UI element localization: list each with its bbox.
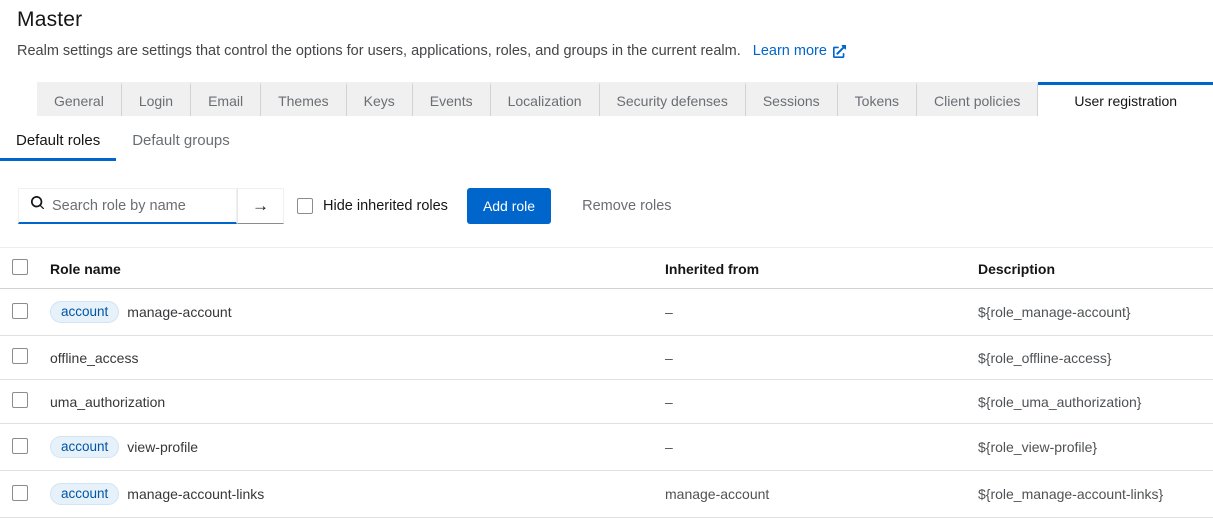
inherited-from-value: – — [665, 424, 978, 471]
tab-localization[interactable]: Localization — [491, 82, 600, 116]
tab-user-registration[interactable]: User registration — [1038, 82, 1213, 116]
default-roles-table: Role name Inherited from Description acc… — [0, 247, 1213, 518]
client-badge: account — [50, 301, 119, 323]
inherited-from-value: – — [665, 380, 978, 424]
tab-client-policies[interactable]: Client policies — [917, 82, 1038, 116]
page-header: Master Realm settings are settings that … — [0, 0, 1213, 59]
row-checkbox[interactable] — [12, 303, 28, 319]
external-link-icon — [833, 45, 846, 58]
inherited-from-value: manage-account — [665, 471, 978, 518]
table-row: account view-profile – ${role_view-profil… — [0, 424, 1213, 471]
row-checkbox[interactable] — [12, 438, 28, 454]
description-value: ${role_view-profile} — [978, 424, 1213, 471]
search-input[interactable] — [52, 189, 236, 222]
tab-security-defenses[interactable]: Security defenses — [600, 82, 746, 116]
tab-email[interactable]: Email — [191, 82, 261, 116]
column-header-role-name: Role name — [50, 248, 665, 289]
tab-themes[interactable]: Themes — [261, 82, 347, 116]
arrow-right-icon: → — [252, 196, 269, 216]
realm-settings-tabbar: General Login Email Themes Keys Events L… — [0, 82, 1213, 116]
user-registration-subtabs: Default roles Default groups — [0, 124, 1213, 161]
role-name: uma_authorization — [50, 394, 165, 410]
tab-events[interactable]: Events — [413, 82, 491, 116]
table-row: uma_authorization – ${role_uma_authoriza… — [0, 380, 1213, 424]
table-row: offline_access – ${role_offline-access} — [0, 336, 1213, 380]
subtab-default-groups[interactable]: Default groups — [116, 124, 246, 161]
role-name: manage-account-links — [127, 486, 264, 502]
search-group: → — [18, 188, 284, 224]
role-name: manage-account — [127, 304, 231, 320]
tab-sessions[interactable]: Sessions — [746, 82, 838, 116]
row-checkbox[interactable] — [12, 485, 28, 501]
client-badge: account — [50, 436, 119, 458]
tab-keys[interactable]: Keys — [347, 82, 413, 116]
inherited-from-value: – — [665, 289, 978, 336]
table-header-row: Role name Inherited from Description — [0, 248, 1213, 289]
description-value: ${role_manage-account} — [978, 289, 1213, 336]
description-value: ${role_uma_authorization} — [978, 380, 1213, 424]
description-value: ${role_offline-access} — [978, 336, 1213, 380]
tab-tokens[interactable]: Tokens — [838, 82, 917, 116]
role-name: view-profile — [127, 439, 198, 455]
table-row: account manage-account-links manage-accou… — [0, 471, 1213, 518]
hide-inherited-roles-checkbox[interactable] — [297, 198, 313, 214]
tab-login[interactable]: Login — [122, 82, 191, 116]
row-checkbox[interactable] — [12, 348, 28, 364]
search-box — [18, 188, 237, 224]
remove-roles-button[interactable]: Remove roles — [582, 198, 671, 214]
tab-general[interactable]: General — [37, 82, 122, 116]
role-name: offline_access — [50, 350, 138, 366]
page-title: Master — [17, 8, 1196, 32]
client-badge: account — [50, 483, 119, 505]
column-header-inherited-from: Inherited from — [665, 248, 978, 289]
learn-more-link[interactable]: Learn more — [753, 43, 846, 59]
subtab-default-roles[interactable]: Default roles — [0, 124, 116, 161]
table-row: account manage-account – ${role_manage-ac… — [0, 289, 1213, 336]
row-checkbox[interactable] — [12, 392, 28, 408]
add-role-button[interactable]: Add role — [467, 188, 551, 224]
page-subtitle: Realm settings are settings that control… — [17, 43, 741, 59]
hide-inherited-roles-label: Hide inherited roles — [323, 198, 448, 214]
column-header-description: Description — [978, 248, 1213, 289]
inherited-from-value: – — [665, 336, 978, 380]
description-value: ${role_manage-account-links} — [978, 471, 1213, 518]
search-submit-button[interactable]: → — [237, 188, 284, 224]
roles-toolbar: → Hide inherited roles Add role Remove r… — [0, 188, 1213, 224]
hide-inherited-roles-control[interactable]: Hide inherited roles — [297, 198, 448, 214]
search-icon — [30, 196, 44, 215]
learn-more-label: Learn more — [753, 43, 827, 59]
select-all-checkbox[interactable] — [12, 259, 28, 275]
